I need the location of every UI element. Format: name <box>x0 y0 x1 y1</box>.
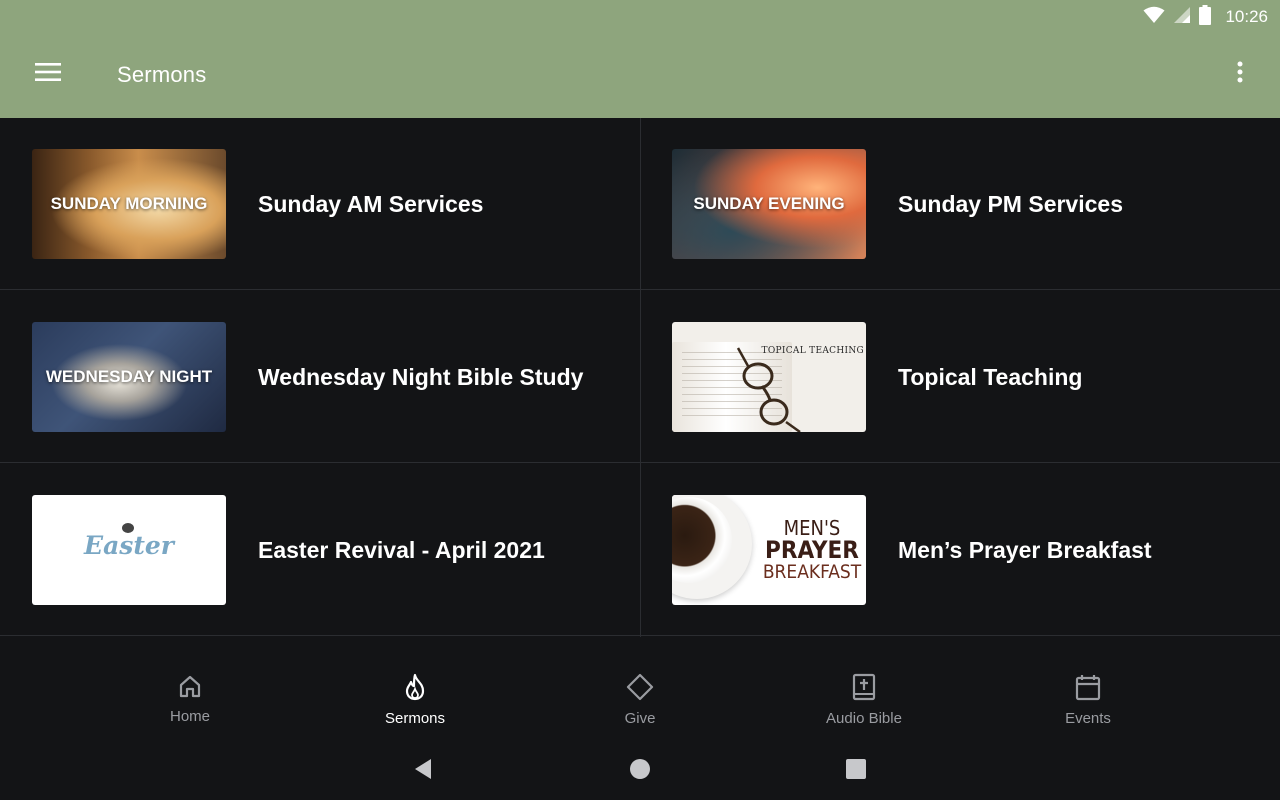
thumbnail-text-line: BREAKFAST <box>762 561 862 583</box>
flame-icon <box>402 673 428 706</box>
status-bar: 10:26 <box>0 0 1280 34</box>
series-title: Men’s Prayer Breakfast <box>898 536 1152 563</box>
sermons-screen: 10:26 Sermons SUNDAY MORNING Sunday AM S… <box>0 0 1280 800</box>
series-tile-mens-breakfast[interactable]: MEN'S PRAYER BREAKFAST Men’s Prayer Brea… <box>640 464 1280 636</box>
bottom-navigation: Home Sermons Give Audio Bible Events <box>0 637 1280 740</box>
nav-label: Give <box>624 710 656 727</box>
menu-icon <box>35 62 61 86</box>
thumbnail-text: WEDNESDAY NIGHT <box>45 367 213 386</box>
series-tile-easter[interactable]: Easter Easter Revival - April 2021 <box>0 464 640 636</box>
sermon-series-grid: SUNDAY MORNING Sunday AM Services SUNDAY… <box>0 118 1280 637</box>
series-title: Sunday AM Services <box>258 190 484 217</box>
series-thumbnail: SUNDAY EVENING <box>672 149 866 259</box>
series-tile-wednesday[interactable]: WEDNESDAY NIGHT Wednesday Night Bible St… <box>0 291 640 463</box>
nav-item-events[interactable]: Events <box>1018 673 1158 729</box>
home-icon <box>177 673 203 704</box>
thumbnail-text: SUNDAY EVENING <box>693 194 845 213</box>
series-title: Wednesday Night Bible Study <box>258 363 584 390</box>
nav-label: Events <box>1065 710 1111 727</box>
app-bar: Sermons <box>0 34 1280 118</box>
nav-item-sermons[interactable]: Sermons <box>345 673 485 729</box>
system-home-button[interactable] <box>625 756 655 786</box>
more-vert-icon <box>1237 61 1243 88</box>
thumbnail-text-line: PRAYER <box>765 536 859 564</box>
wifi-icon <box>1143 6 1165 29</box>
series-thumbnail: MEN'S PRAYER BREAKFAST <box>672 495 866 605</box>
battery-icon <box>1199 4 1212 30</box>
nav-item-audio-bible[interactable]: Audio Bible <box>794 673 934 729</box>
more-options-button[interactable] <box>1222 56 1258 92</box>
page-title: Sermons <box>117 62 207 87</box>
back-icon <box>413 758 433 785</box>
nav-item-home[interactable]: Home <box>120 673 260 729</box>
series-tile-topical[interactable]: TOPICAL TEACHING Topical Teaching <box>640 291 1280 463</box>
status-time: 10:26 <box>1225 7 1268 26</box>
recents-icon <box>846 758 866 784</box>
system-navigation-bar <box>0 740 1280 800</box>
nav-label: Home <box>169 708 210 725</box>
home-circle-icon <box>629 758 651 785</box>
series-thumbnail: Easter <box>32 495 226 605</box>
calendar-icon <box>1075 673 1101 706</box>
series-thumbnail: SUNDAY MORNING <box>32 149 226 259</box>
thumbnail-text: MEN'S PRAYER BREAKFAST <box>758 517 866 583</box>
nav-label: Audio Bible <box>826 710 902 727</box>
bible-icon <box>851 673 877 706</box>
series-title: Topical Teaching <box>898 363 1083 390</box>
diamond-icon <box>626 673 654 706</box>
system-back-button[interactable] <box>408 756 438 786</box>
menu-button[interactable] <box>26 56 70 92</box>
series-thumbnail: TOPICAL TEACHING <box>672 322 866 432</box>
thumbnail-text: SUNDAY MORNING <box>50 194 208 213</box>
system-recents-button[interactable] <box>841 756 871 786</box>
nav-label: Sermons <box>384 710 446 727</box>
series-title: Easter Revival - April 2021 <box>258 536 545 563</box>
thumbnail-text: Easter <box>84 531 174 560</box>
nav-item-give[interactable]: Give <box>570 673 710 729</box>
series-tile-sunday-am[interactable]: SUNDAY MORNING Sunday AM Services <box>0 118 640 290</box>
thumbnail-text: TOPICAL TEACHING <box>761 346 864 356</box>
signal-icon <box>1173 6 1191 29</box>
series-thumbnail: WEDNESDAY NIGHT <box>32 322 226 432</box>
status-icons: 10:26 <box>1143 4 1268 30</box>
series-tile-sunday-pm[interactable]: SUNDAY EVENING Sunday PM Services <box>640 118 1280 290</box>
series-title: Sunday PM Services <box>898 190 1123 217</box>
